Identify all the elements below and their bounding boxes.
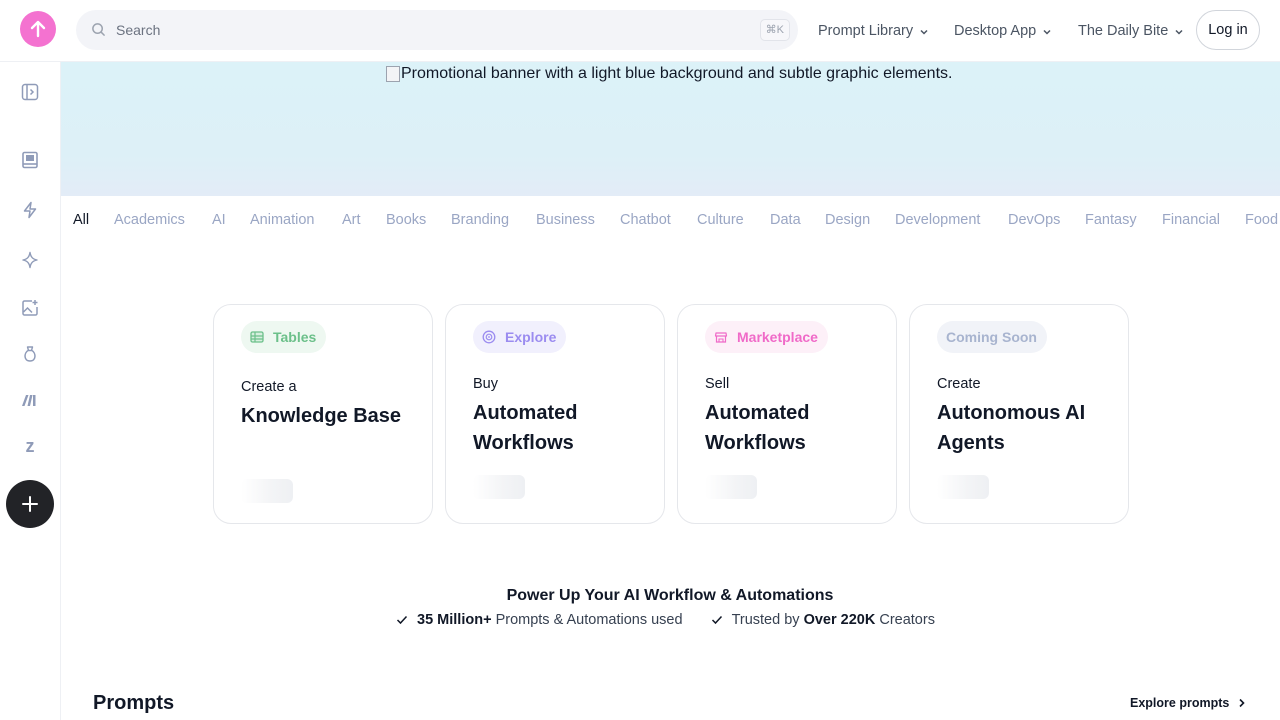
card-subtitle: Create a [241, 379, 297, 395]
banner-image: Promotional banner with a light blue bac… [386, 65, 952, 83]
sparkle-icon[interactable] [20, 250, 40, 270]
card-explore[interactable]: Explore Buy Automated Workflows [445, 304, 665, 524]
card-placeholder [937, 475, 989, 499]
plus-icon [22, 496, 38, 512]
tab-financial[interactable]: Financial [1162, 212, 1220, 228]
book-icon[interactable] [20, 150, 40, 170]
tab-academics[interactable]: Academics [114, 212, 185, 228]
lightning-icon[interactable] [20, 200, 40, 220]
tab-branding[interactable]: Branding [451, 212, 509, 228]
tab-business[interactable]: Business [536, 212, 595, 228]
logo-icon[interactable] [20, 11, 56, 47]
tab-design[interactable]: Design [825, 212, 870, 228]
promo-banner[interactable]: Promotional banner with a light blue bac… [61, 62, 1280, 196]
tab-ai[interactable]: AI [212, 212, 226, 228]
card-marketplace[interactable]: Marketplace Sell Automated Workflows [677, 304, 897, 524]
chevron-down-icon [1043, 29, 1051, 35]
card-placeholder [241, 479, 293, 503]
chevron-down-icon [920, 29, 928, 35]
create-button[interactable] [6, 480, 54, 528]
card-badge: Marketplace [705, 321, 828, 353]
chevron-down-icon [1175, 29, 1183, 35]
prompts-heading: Prompts [93, 692, 175, 714]
card-badge: Coming Soon [937, 321, 1047, 353]
stat-trusted-prefix: Trusted by [731, 612, 804, 628]
sidebar: z [0, 62, 61, 720]
tab-culture[interactable]: Culture [697, 212, 744, 228]
nav-daily-bite[interactable]: The Daily Bite [1078, 0, 1184, 62]
card-placeholder [705, 475, 757, 499]
nav-desktop-app[interactable]: Desktop App [954, 0, 1052, 62]
card-placeholder [473, 475, 525, 499]
explore-label: Explore prompts [1130, 696, 1230, 710]
tab-art[interactable]: Art [342, 212, 361, 228]
make-logo-icon[interactable] [20, 390, 40, 410]
tab-books[interactable]: Books [386, 212, 426, 228]
nav-label: Prompt Library [818, 23, 914, 39]
banner-alt-text: Promotional banner with a light blue bac… [401, 65, 953, 82]
zapier-glyph: z [25, 435, 35, 456]
card-title: Automated Workflows [473, 402, 578, 454]
nav-label: The Daily Bite [1078, 23, 1169, 39]
card-badge: Explore [473, 321, 567, 353]
explore-prompts-link[interactable]: Explore prompts [1130, 696, 1246, 710]
power-up-heading: Power Up Your AI Workflow & Automations [506, 587, 834, 604]
card-subtitle: Create [937, 376, 981, 392]
tab-all[interactable]: All [73, 212, 89, 228]
tab-chatbot[interactable]: Chatbot [620, 212, 671, 228]
top-header: ⌘K Prompt Library Desktop App The Daily … [0, 0, 1280, 62]
stat-prompts-count: 35 Million+ [417, 612, 492, 628]
stat-prompts-label: Prompts & Automations used [491, 612, 683, 628]
card-title: Automated Workflows [705, 402, 810, 454]
category-tabs: All Academics AI Animation Art Books Bra… [61, 196, 1280, 244]
bag-icon[interactable] [20, 344, 40, 364]
card-subtitle: Buy [473, 376, 498, 392]
stats-row: 35 Million+ Prompts & Automations used T… [396, 612, 935, 628]
card-badge: Tables [241, 321, 327, 353]
check-icon [711, 615, 722, 625]
sidebar-toggle-icon[interactable] [20, 82, 40, 102]
compass-icon [481, 329, 497, 345]
chevron-right-icon [1239, 698, 1245, 708]
table-icon [249, 329, 265, 345]
card-title: Autonomous AI Agents [937, 402, 1086, 454]
card-title: Knowledge Base [241, 405, 402, 427]
tab-fantasy[interactable]: Fantasy [1085, 212, 1137, 228]
zapier-logo-icon[interactable]: z [20, 436, 40, 456]
tab-development[interactable]: Development [895, 212, 980, 228]
card-coming-soon[interactable]: Coming Soon Create Autonomous AI Agents [909, 304, 1129, 524]
check-icon [396, 615, 408, 625]
search-bar[interactable]: ⌘K [76, 10, 798, 50]
tab-animation[interactable]: Animation [250, 212, 314, 228]
broken-image-icon [386, 66, 400, 82]
search-icon [91, 22, 106, 42]
tab-devops[interactable]: DevOps [1008, 212, 1060, 228]
login-button[interactable]: Log in [1196, 10, 1260, 50]
store-icon [713, 329, 729, 345]
card-subtitle: Sell [705, 376, 730, 392]
stat-creators-count: Over 220K [803, 612, 876, 628]
tab-food[interactable]: Food [1245, 212, 1278, 228]
stat-creators-label: Creators [875, 612, 935, 628]
nav-prompt-library[interactable]: Prompt Library [818, 0, 929, 62]
card-tables[interactable]: Tables Create a Knowledge Base [213, 304, 433, 524]
tab-data[interactable]: Data [770, 212, 801, 228]
image-plus-icon[interactable] [20, 298, 40, 318]
search-input[interactable] [116, 10, 716, 50]
search-shortcut-hint: ⌘K [759, 19, 790, 41]
nav-label: Desktop App [954, 23, 1037, 39]
